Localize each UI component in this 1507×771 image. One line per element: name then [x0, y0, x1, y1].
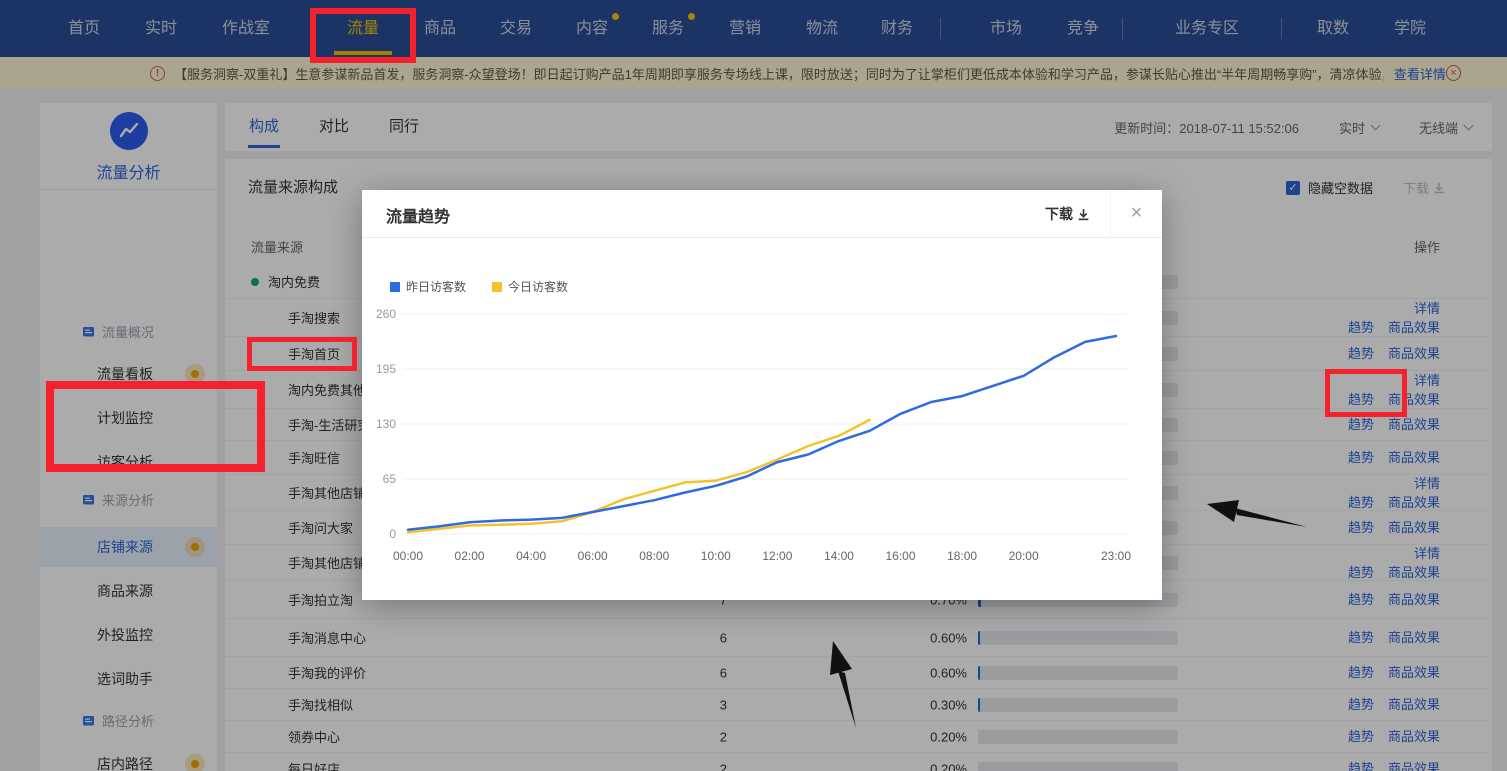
trend-modal: 流量趋势 下载 × 昨日访客数 今日访客数 0 65 130 195 260 00:00 02… — [362, 190, 1162, 600]
svg-text:10:00: 10:00 — [701, 549, 731, 563]
svg-text:02:00: 02:00 — [455, 549, 485, 563]
legend-swatch-icon — [390, 282, 400, 292]
svg-text:18:00: 18:00 — [947, 549, 977, 563]
modal-download-button[interactable]: 下载 — [1045, 204, 1090, 224]
svg-text:130: 130 — [376, 417, 396, 431]
legend-item[interactable]: 今日访客数 — [492, 278, 568, 295]
svg-text:06:00: 06:00 — [578, 549, 608, 563]
chart-legend: 昨日访客数 今日访客数 — [390, 278, 594, 295]
modal-header: 流量趋势 下载 × — [362, 190, 1162, 238]
svg-text:08:00: 08:00 — [639, 549, 669, 563]
download-icon — [1077, 208, 1090, 221]
svg-text:65: 65 — [383, 472, 397, 486]
trend-line-chart: 0 65 130 195 260 00:00 02:00 04:00 06:00 08:00 10:… — [362, 300, 1162, 600]
svg-text:23:00: 23:00 — [1101, 549, 1131, 563]
svg-text:00:00: 00:00 — [393, 549, 423, 563]
screen: 首页实时作战室流量商品交易内容服务营销物流财务市场竞争业务专区取数学院 ! 【服… — [0, 0, 1507, 771]
svg-text:16:00: 16:00 — [886, 549, 916, 563]
legend-item[interactable]: 昨日访客数 — [390, 278, 466, 295]
legend-swatch-icon — [492, 282, 502, 292]
svg-text:20:00: 20:00 — [1009, 549, 1039, 563]
svg-text:0: 0 — [389, 527, 396, 541]
svg-text:12:00: 12:00 — [762, 549, 792, 563]
svg-text:14:00: 14:00 — [824, 549, 854, 563]
modal-close-icon[interactable]: × — [1110, 190, 1162, 238]
svg-text:195: 195 — [376, 362, 396, 376]
svg-text:04:00: 04:00 — [516, 549, 546, 563]
modal-title: 流量趋势 — [386, 203, 450, 227]
svg-text:260: 260 — [376, 307, 396, 321]
